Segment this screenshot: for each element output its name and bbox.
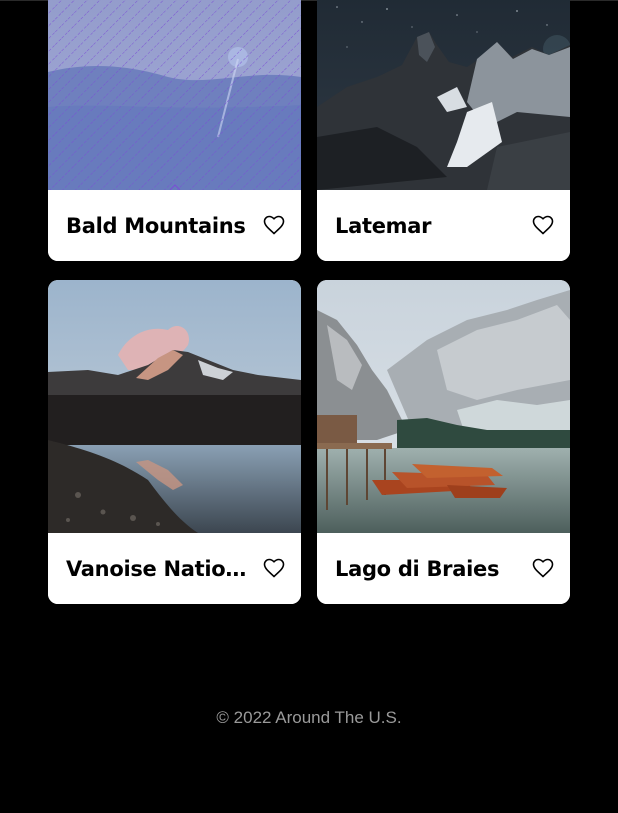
copyright-text: © 2022 Around The U.S.: [216, 708, 402, 727]
page-footer: © 2022 Around The U.S.: [0, 708, 618, 728]
place-image-latemar[interactable]: [317, 0, 570, 190]
heart-outline-icon: [532, 215, 554, 235]
heart-outline-icon: [263, 558, 285, 578]
place-image-lago-di-braies[interactable]: [317, 280, 570, 533]
place-title: Lago di Braies: [335, 557, 500, 581]
place-card: Vanoise National Park: [48, 280, 301, 604]
heart-outline-icon: [532, 558, 554, 578]
place-card-footer: Vanoise National Park: [48, 533, 301, 604]
place-card: Bald Mountains: [48, 0, 301, 261]
place-image-vanoise[interactable]: [48, 280, 301, 533]
place-card-footer: Bald Mountains: [48, 190, 301, 261]
place-card: Latemar: [317, 0, 570, 261]
place-title: Bald Mountains: [66, 214, 246, 238]
like-button[interactable]: [532, 215, 554, 235]
place-title: Vanoise National Park: [66, 557, 256, 581]
place-card-footer: Lago di Braies: [317, 533, 570, 604]
like-button[interactable]: [263, 558, 285, 578]
place-card: Lago di Braies: [317, 280, 570, 604]
like-button[interactable]: [532, 558, 554, 578]
place-card-footer: Latemar: [317, 190, 570, 261]
place-title: Latemar: [335, 214, 432, 238]
like-button[interactable]: [263, 215, 285, 235]
heart-outline-icon: [263, 215, 285, 235]
place-image-bald-mountains[interactable]: [48, 0, 301, 190]
